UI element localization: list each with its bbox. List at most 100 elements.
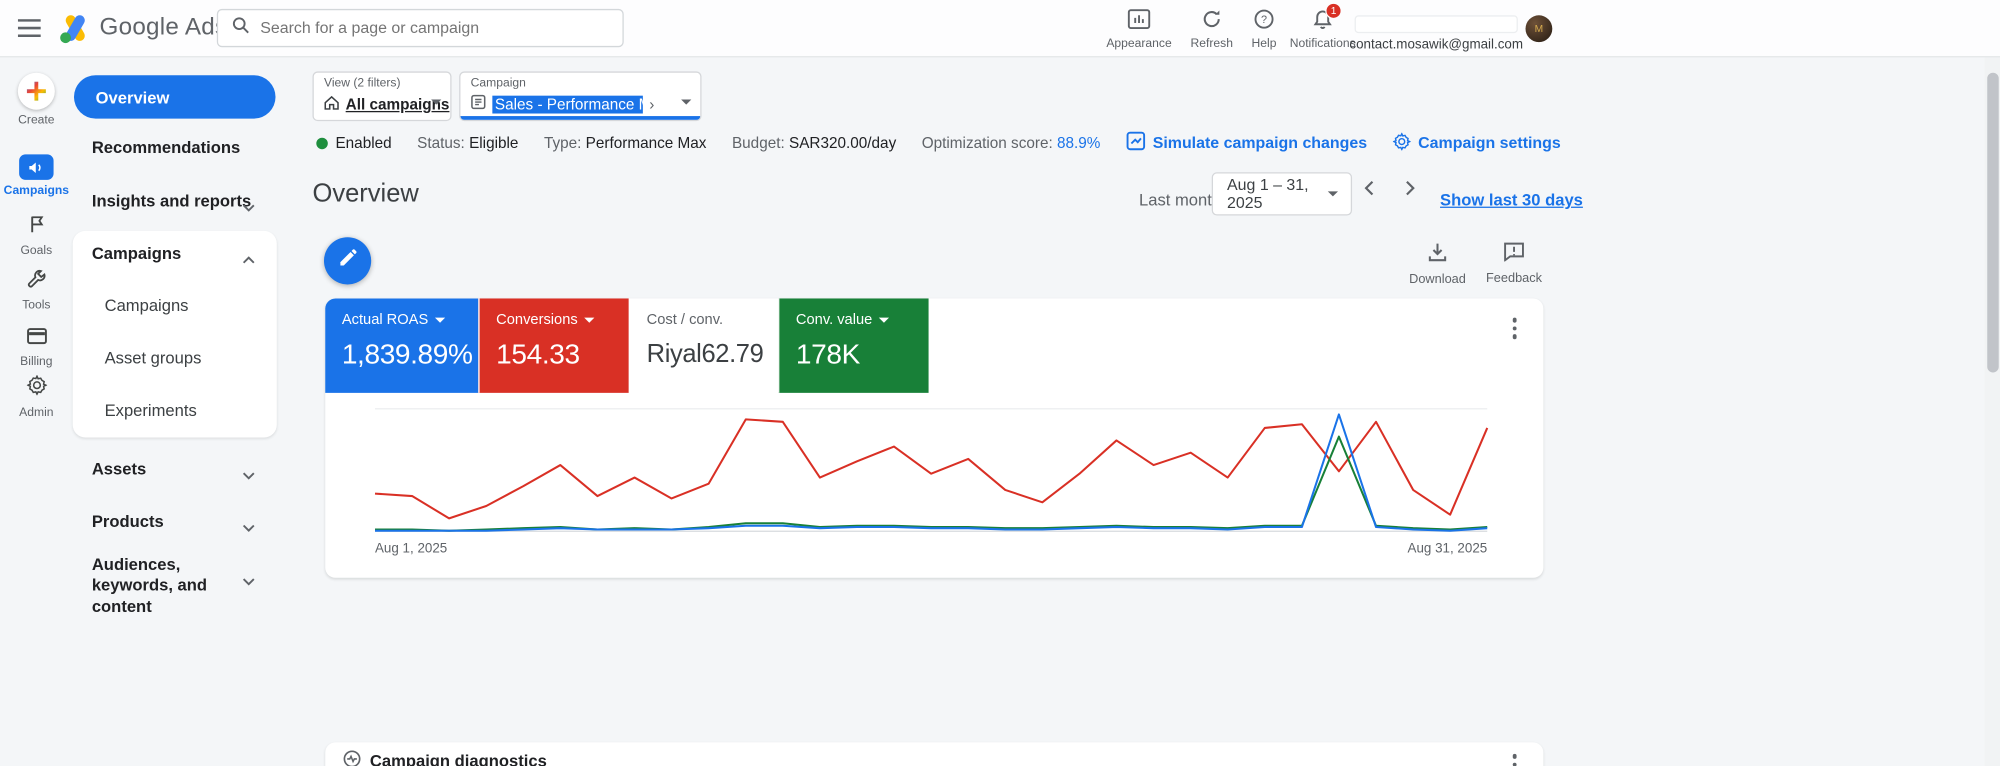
caret-down-icon xyxy=(681,99,692,105)
subnav-item-recommendations[interactable]: Recommendations xyxy=(92,138,240,157)
home-icon xyxy=(324,95,339,114)
help-button[interactable]: ? Help xyxy=(1241,5,1287,53)
overview-chart-card: Actual ROAS 1,839.89% Conversions 154.33… xyxy=(325,298,1544,578)
create-plus-icon xyxy=(17,72,55,110)
notifications-icon: 1 xyxy=(1312,2,1342,37)
scorecard-actual-roas[interactable]: Actual ROAS 1,839.89% xyxy=(325,298,479,393)
subnav-item-insights[interactable]: Insights and reports xyxy=(92,191,251,210)
chevron-down-icon xyxy=(242,463,255,486)
appearance-button[interactable]: Appearance xyxy=(1099,5,1178,53)
enabled-status: Enabled xyxy=(316,134,392,152)
chevron-down-icon xyxy=(242,569,255,592)
diagnostics-icon xyxy=(343,750,361,766)
notification-badge: 1 xyxy=(1325,2,1342,20)
subnav-item-overview[interactable]: Overview xyxy=(73,75,276,119)
global-search[interactable] xyxy=(216,8,624,48)
goals-icon xyxy=(27,214,45,240)
enabled-status-dot xyxy=(316,137,328,150)
chevron-down-icon xyxy=(242,195,255,218)
campaign-list-icon xyxy=(471,94,486,113)
subnav-item-products[interactable]: Products xyxy=(92,511,164,530)
rail-item-campaigns[interactable]: Campaigns xyxy=(0,154,73,198)
type-field: Type: Performance Max xyxy=(543,133,707,152)
subnav-group-campaigns[interactable]: Campaigns xyxy=(92,244,181,263)
campaign-settings-link[interactable]: Campaign settings xyxy=(1392,131,1561,154)
refresh-button[interactable]: Refresh xyxy=(1184,5,1240,53)
left-rail: Create Campaigns Goals Tools Billing Adm… xyxy=(0,57,73,766)
rail-item-admin[interactable]: Admin xyxy=(0,374,73,420)
search-input[interactable] xyxy=(260,19,610,37)
search-icon xyxy=(231,15,250,41)
selected-campaign-name: Sales - Performance Max xyxy=(492,95,643,113)
subnav-item-audiences[interactable]: Audiences, keywords, and content xyxy=(92,555,237,617)
caret-down-icon xyxy=(878,317,889,323)
period-label: Last month xyxy=(1139,190,1222,210)
chevron-up-icon xyxy=(242,247,255,270)
create-button[interactable]: Create xyxy=(0,72,73,128)
download-button[interactable]: Download xyxy=(1407,242,1468,287)
account-chip[interactable] xyxy=(1354,15,1518,34)
admin-gear-icon xyxy=(25,374,48,402)
campaign-selector-dropdown[interactable]: Campaign Sales - Performance Max › xyxy=(459,71,702,122)
simulate-icon xyxy=(1126,131,1145,154)
help-icon: ? xyxy=(1254,9,1274,36)
scorecard-row: Actual ROAS 1,839.89% Conversions 154.33… xyxy=(325,298,929,393)
scorecard-cost-per-conv[interactable]: Cost / conv. Riyal62.79 xyxy=(628,298,779,393)
main-menu-button[interactable] xyxy=(17,19,41,43)
diagnostics-more-options-button[interactable] xyxy=(1508,750,1520,766)
diagnostics-title: Campaign diagnostics xyxy=(369,751,547,766)
budget-field: Budget: SAR320.00/day xyxy=(731,133,897,152)
chart-more-options-button[interactable] xyxy=(1508,314,1520,343)
rail-item-billing[interactable]: Billing xyxy=(0,328,73,369)
status-field: Status: Eligible xyxy=(417,133,519,152)
download-icon xyxy=(1427,242,1447,269)
x-axis-start-label: Aug 1, 2025 xyxy=(374,540,448,557)
caret-down-icon xyxy=(1327,191,1339,197)
top-bar: Google Ads Appearance Refresh ? Help xyxy=(0,0,2000,58)
appearance-icon xyxy=(1127,9,1151,36)
overview-chart-svg xyxy=(374,413,1489,532)
optimization-score-field: Optimization score: 88.9% xyxy=(921,133,1101,152)
campaign-diagnostics-card: Campaign diagnostics xyxy=(325,742,1544,766)
avatar[interactable]: M xyxy=(1525,15,1553,43)
refresh-icon xyxy=(1202,9,1222,36)
campaign-status-bar: Enabled Status: Eligible Type: Performan… xyxy=(316,131,1561,154)
hamburger-icon xyxy=(17,19,41,42)
active-field-underline xyxy=(460,116,701,120)
rail-item-tools[interactable]: Tools xyxy=(0,269,73,312)
tools-icon xyxy=(27,269,46,295)
x-axis-end-label: Aug 31, 2025 xyxy=(1407,540,1488,557)
page-title: Overview xyxy=(312,179,419,208)
scorecard-conv-value[interactable]: Conv. value 178K xyxy=(778,298,929,393)
svg-text:?: ? xyxy=(1261,14,1267,26)
subnav-item-asset-groups[interactable]: Asset groups xyxy=(105,348,202,367)
subnav-item-experiments[interactable]: Experiments xyxy=(105,401,197,420)
chevron-right-glyph: › xyxy=(649,95,655,113)
settings-gear-icon xyxy=(1392,131,1412,154)
pencil-icon xyxy=(338,248,357,274)
view-filter-dropdown[interactable]: View (2 filters) All campaigns xyxy=(312,71,452,122)
rail-item-goals[interactable]: Goals xyxy=(0,214,73,258)
edit-fab-button[interactable] xyxy=(323,237,372,285)
caret-down-icon xyxy=(434,317,445,323)
show-last-30-days-link[interactable]: Show last 30 days xyxy=(1440,190,1583,209)
google-ads-app: Google Ads Appearance Refresh ? Help xyxy=(0,0,2000,766)
caret-down-icon xyxy=(431,99,442,105)
account-email: contact.mosawik@gmail.com xyxy=(1349,36,1524,53)
subnav-item-campaigns[interactable]: Campaigns xyxy=(105,296,189,315)
campaigns-icon xyxy=(19,154,54,180)
billing-icon xyxy=(26,328,47,351)
google-ads-logo-icon[interactable] xyxy=(59,13,92,50)
feedback-icon xyxy=(1504,242,1524,268)
chevron-down-icon xyxy=(242,515,255,538)
next-period-button[interactable] xyxy=(1404,180,1415,203)
scrollbar-thumb[interactable] xyxy=(1987,72,1999,373)
simulate-campaign-changes-link[interactable]: Simulate campaign changes xyxy=(1126,131,1367,154)
scorecard-conversions[interactable]: Conversions 154.33 xyxy=(478,298,629,393)
date-range-picker[interactable]: Aug 1 – 31, 2025 xyxy=(1211,172,1353,216)
caret-down-icon xyxy=(584,317,595,323)
overview-chart-plot xyxy=(374,408,1489,532)
feedback-button[interactable]: Feedback xyxy=(1483,242,1544,286)
previous-period-button[interactable] xyxy=(1364,180,1375,203)
subnav-item-assets[interactable]: Assets xyxy=(92,459,146,478)
